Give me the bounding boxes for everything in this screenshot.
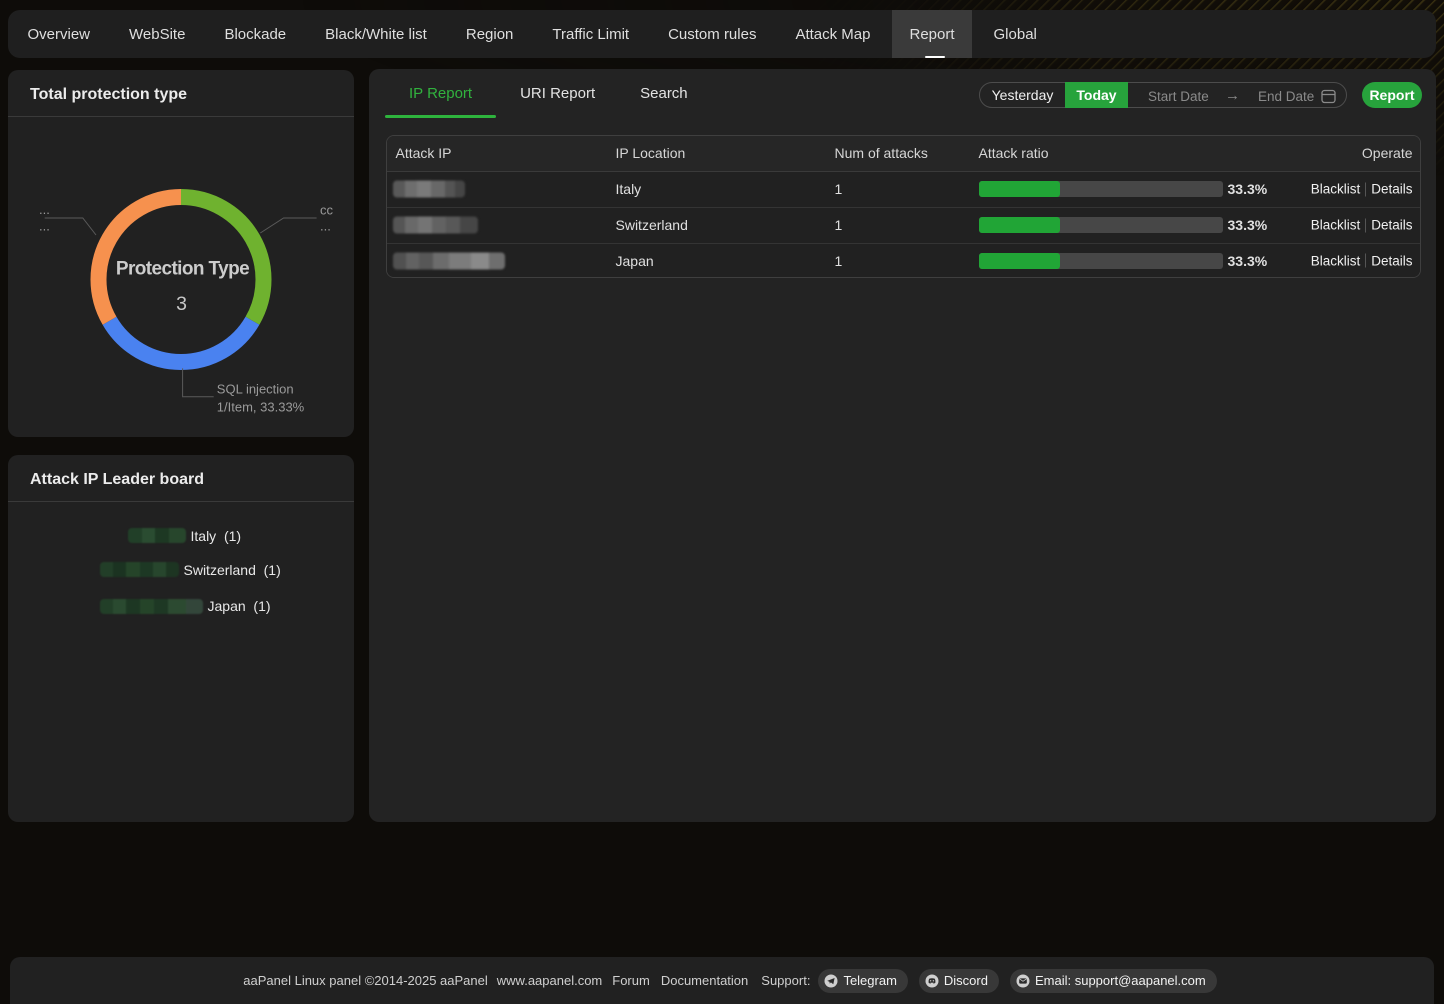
svg-text:1/Item, 33.33%: 1/Item, 33.33%	[217, 400, 305, 415]
svg-text:Protection Type: Protection Type	[116, 259, 249, 280]
svg-text:cc: cc	[320, 203, 334, 218]
svg-text:...: ...	[39, 202, 50, 217]
svg-text:...: ...	[39, 219, 50, 234]
svg-text:...: ...	[320, 219, 331, 234]
svg-text:SQL injection: SQL injection	[217, 382, 294, 397]
svg-text:3: 3	[176, 293, 187, 315]
